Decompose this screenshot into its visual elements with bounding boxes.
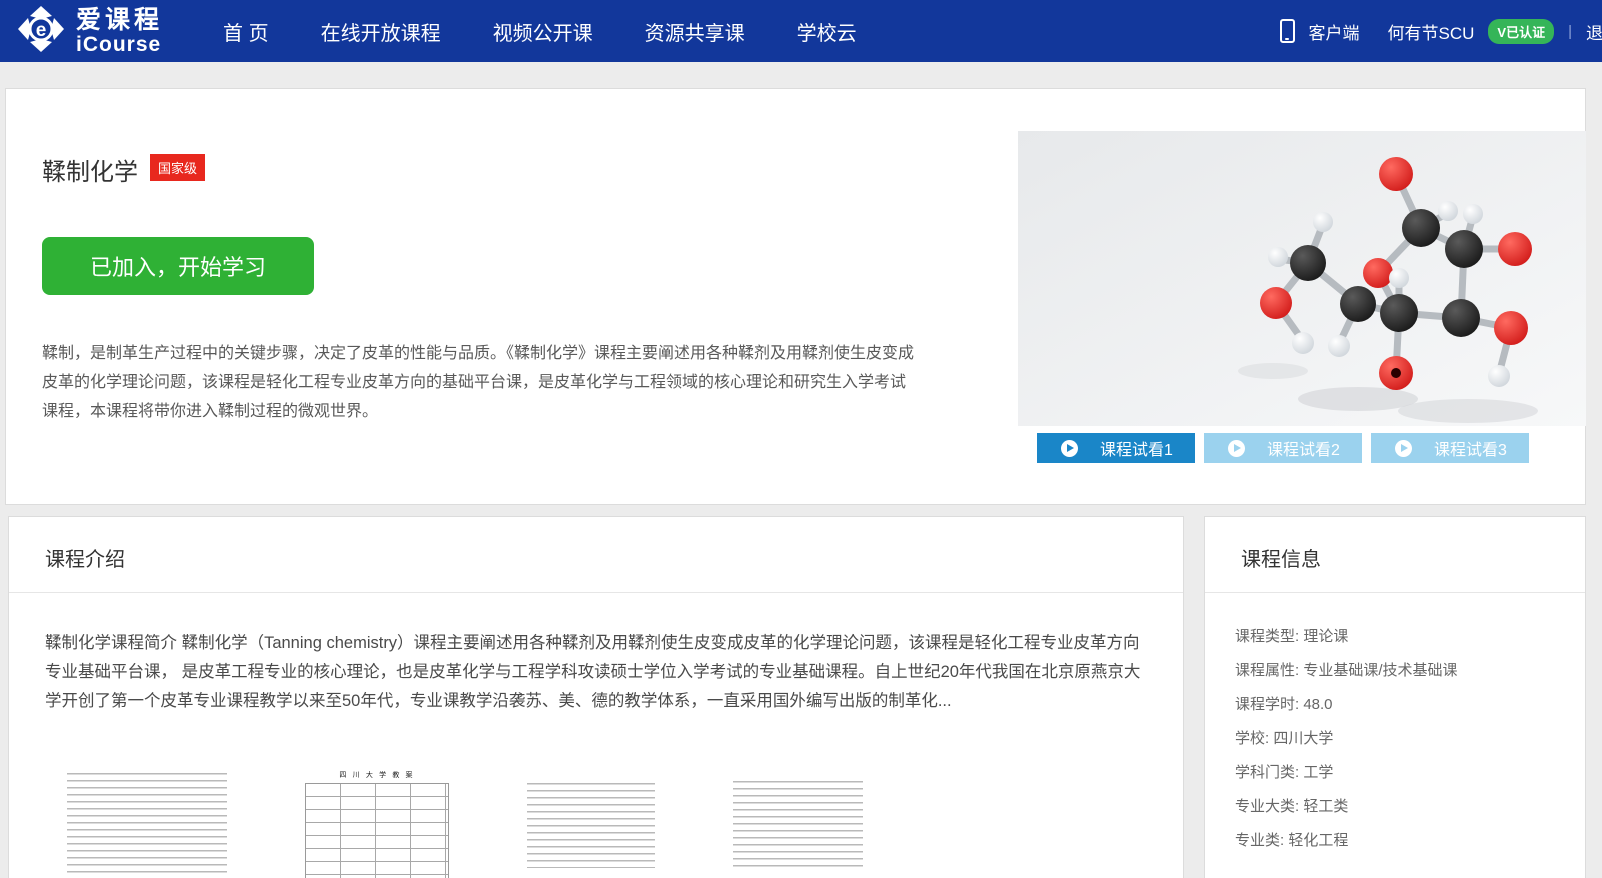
preview-tab-2[interactable]: 课程试看2 xyxy=(1204,433,1362,463)
nav-item-shared-resources[interactable]: 资源共享课 xyxy=(645,17,745,46)
preview-tab-label: 课程试看3 xyxy=(1434,436,1507,460)
svg-text:e: e xyxy=(36,20,47,41)
doc-thumbnail-2[interactable]: 四 川 大 学 教 案 xyxy=(295,762,459,878)
info-school: 学校: 四川大学 xyxy=(1235,729,1555,748)
course-intro-panel: 课程介绍 鞣制化学课程简介 鞣制化学（Tanning chemistry）课程主… xyxy=(8,516,1184,878)
info-major: 专业类: 轻化工程 xyxy=(1235,831,1555,850)
molecule-course-image xyxy=(1018,131,1586,426)
play-icon xyxy=(1228,440,1245,457)
national-level-badge: 国家级 xyxy=(150,154,205,181)
logout-link[interactable]: 退出 xyxy=(1586,19,1602,44)
course-preview-tabs: 课程试看1 课程试看2 课程试看3 xyxy=(1018,433,1532,463)
info-heading: 课程信息 xyxy=(1205,517,1585,593)
verified-badge[interactable]: V已认证 xyxy=(1488,19,1554,44)
info-course-hours: 课程学时: 48.0 xyxy=(1235,695,1555,714)
course-description: 鞣制，是制革生产过程中的关键步骤，决定了皮革的性能与品质。《鞣制化学》课程主要阐… xyxy=(42,339,920,426)
preview-tab-1[interactable]: 课程试看1 xyxy=(1037,433,1195,463)
icourse-logo-text: 爱课程 iCourse xyxy=(76,7,163,55)
icourse-logo-icon: e xyxy=(14,2,68,61)
play-icon xyxy=(1395,440,1412,457)
info-course-attribute: 课程属性: 专业基础课/技术基础课 xyxy=(1235,661,1555,680)
info-course-type: 课程类型: 理论课 xyxy=(1235,627,1555,646)
join-course-button[interactable]: 已加入，开始学习 xyxy=(42,237,314,295)
nav-divider: | xyxy=(1568,23,1572,40)
logo-brand-en: iCourse xyxy=(76,34,163,55)
doc-thumbnail-1[interactable] xyxy=(57,762,237,878)
intro-heading: 课程介绍 xyxy=(9,517,1183,593)
preview-tab-label: 课程试看2 xyxy=(1267,436,1340,460)
intro-body-text: 鞣制化学课程简介 鞣制化学（Tanning chemistry）课程主要阐述用各… xyxy=(45,629,1149,716)
preview-tab-3[interactable]: 课程试看3 xyxy=(1371,433,1529,463)
client-download-link[interactable]: 客户端 xyxy=(1309,19,1360,44)
play-icon xyxy=(1061,440,1078,457)
course-info-panel: 课程信息 课程类型: 理论课 课程属性: 专业基础课/技术基础课 课程学时: 4… xyxy=(1204,516,1586,878)
course-media-column: 课程试看1 课程试看2 课程试看3 xyxy=(1018,131,1586,463)
nav-item-school-cloud[interactable]: 学校云 xyxy=(797,17,857,46)
main-navigation: 首 页 在线开放课程 视频公开课 资源共享课 学校云 xyxy=(223,17,857,46)
doc2-title: 四 川 大 学 教 案 xyxy=(305,770,449,780)
doc-page-preview xyxy=(733,778,863,870)
nav-item-home[interactable]: 首 页 xyxy=(223,17,269,46)
doc-page-preview xyxy=(67,770,227,878)
nav-item-video-courses[interactable]: 视频公开课 xyxy=(493,17,593,46)
icourse-logo[interactable]: e 爱课程 iCourse xyxy=(14,2,163,61)
top-navbar: e 爱课程 iCourse 首 页 在线开放课程 视频公开课 资源共享课 学校云… xyxy=(0,0,1602,62)
navbar-user-area: 客户端 何有节SCU V已认证 | 退出 xyxy=(1280,0,1602,62)
doc-page-preview xyxy=(527,780,655,868)
doc-page-preview xyxy=(305,783,449,878)
course-info-list: 课程类型: 理论课 课程属性: 专业基础课/技术基础课 课程学时: 48.0 学… xyxy=(1205,593,1585,850)
mobile-phone-icon xyxy=(1280,19,1295,43)
username-link[interactable]: 何有节SCU xyxy=(1388,19,1475,44)
info-discipline: 学科门类: 工学 xyxy=(1235,763,1555,782)
preview-tab-label: 课程试看1 xyxy=(1100,436,1173,460)
nav-item-open-courses[interactable]: 在线开放课程 xyxy=(321,17,441,46)
doc-thumbnail-3[interactable] xyxy=(517,772,665,876)
course-header-panel: 鞣制化学 国家级 已加入，开始学习 鞣制，是制革生产过程中的关键步骤，决定了皮革… xyxy=(5,88,1586,505)
logo-brand-cn: 爱课程 xyxy=(76,7,163,32)
info-major-category: 专业大类: 轻工类 xyxy=(1235,797,1555,816)
document-thumbnails: 四 川 大 学 教 案 xyxy=(57,762,1183,878)
doc-thumbnail-4[interactable] xyxy=(723,770,873,878)
course-title-row: 鞣制化学 国家级 xyxy=(42,152,205,187)
course-title: 鞣制化学 xyxy=(42,152,138,187)
